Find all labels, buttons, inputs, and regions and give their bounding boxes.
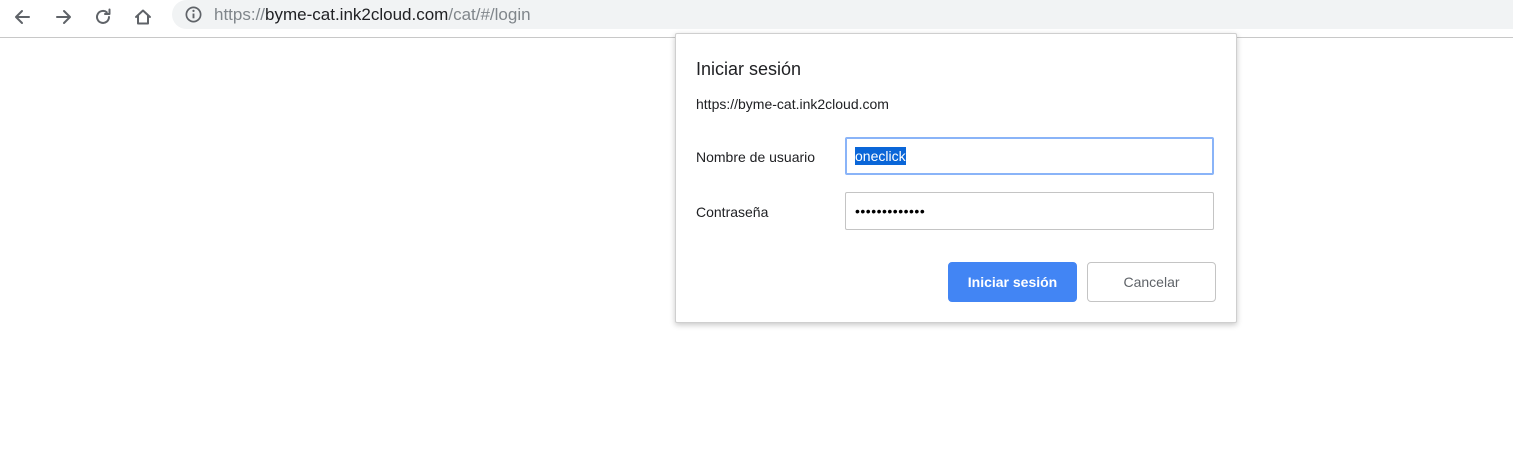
info-circle-icon[interactable] <box>184 5 203 24</box>
url-text[interactable]: https://byme-cat.ink2cloud.com/cat/#/log… <box>214 4 531 25</box>
dialog-title: Iniciar sesión <box>696 59 802 79</box>
login-dialog: Iniciar sesión https://byme-cat.ink2clou… <box>675 33 1237 323</box>
password-field[interactable]: ••••••••••••• <box>845 192 1214 230</box>
reload-button[interactable] <box>89 3 117 31</box>
arrow-right-icon <box>56 10 71 24</box>
url-path: /cat/#/login <box>448 5 531 24</box>
address-bar[interactable]: https://byme-cat.ink2cloud.com/cat/#/log… <box>172 0 1513 29</box>
arrow-left-icon <box>15 10 30 24</box>
back-button[interactable] <box>9 3 37 31</box>
username-field[interactable]: oneclick <box>845 137 1214 175</box>
username-label: Nombre de usuario <box>696 149 816 165</box>
password-label: Contraseña <box>696 204 769 220</box>
url-host: byme-cat.ink2cloud.com <box>265 5 449 24</box>
dialog-origin: https://byme-cat.ink2cloud.com <box>696 96 889 112</box>
login-button[interactable]: Iniciar sesión <box>948 262 1077 302</box>
forward-button[interactable] <box>49 3 77 31</box>
home-icon <box>135 9 151 25</box>
home-button[interactable] <box>129 3 157 31</box>
reload-icon <box>96 8 111 24</box>
cancel-button[interactable]: Cancelar <box>1087 262 1216 302</box>
url-scheme: https:// <box>214 5 266 24</box>
username-value: oneclick <box>855 147 906 165</box>
password-value: ••••••••••••• <box>855 203 926 219</box>
